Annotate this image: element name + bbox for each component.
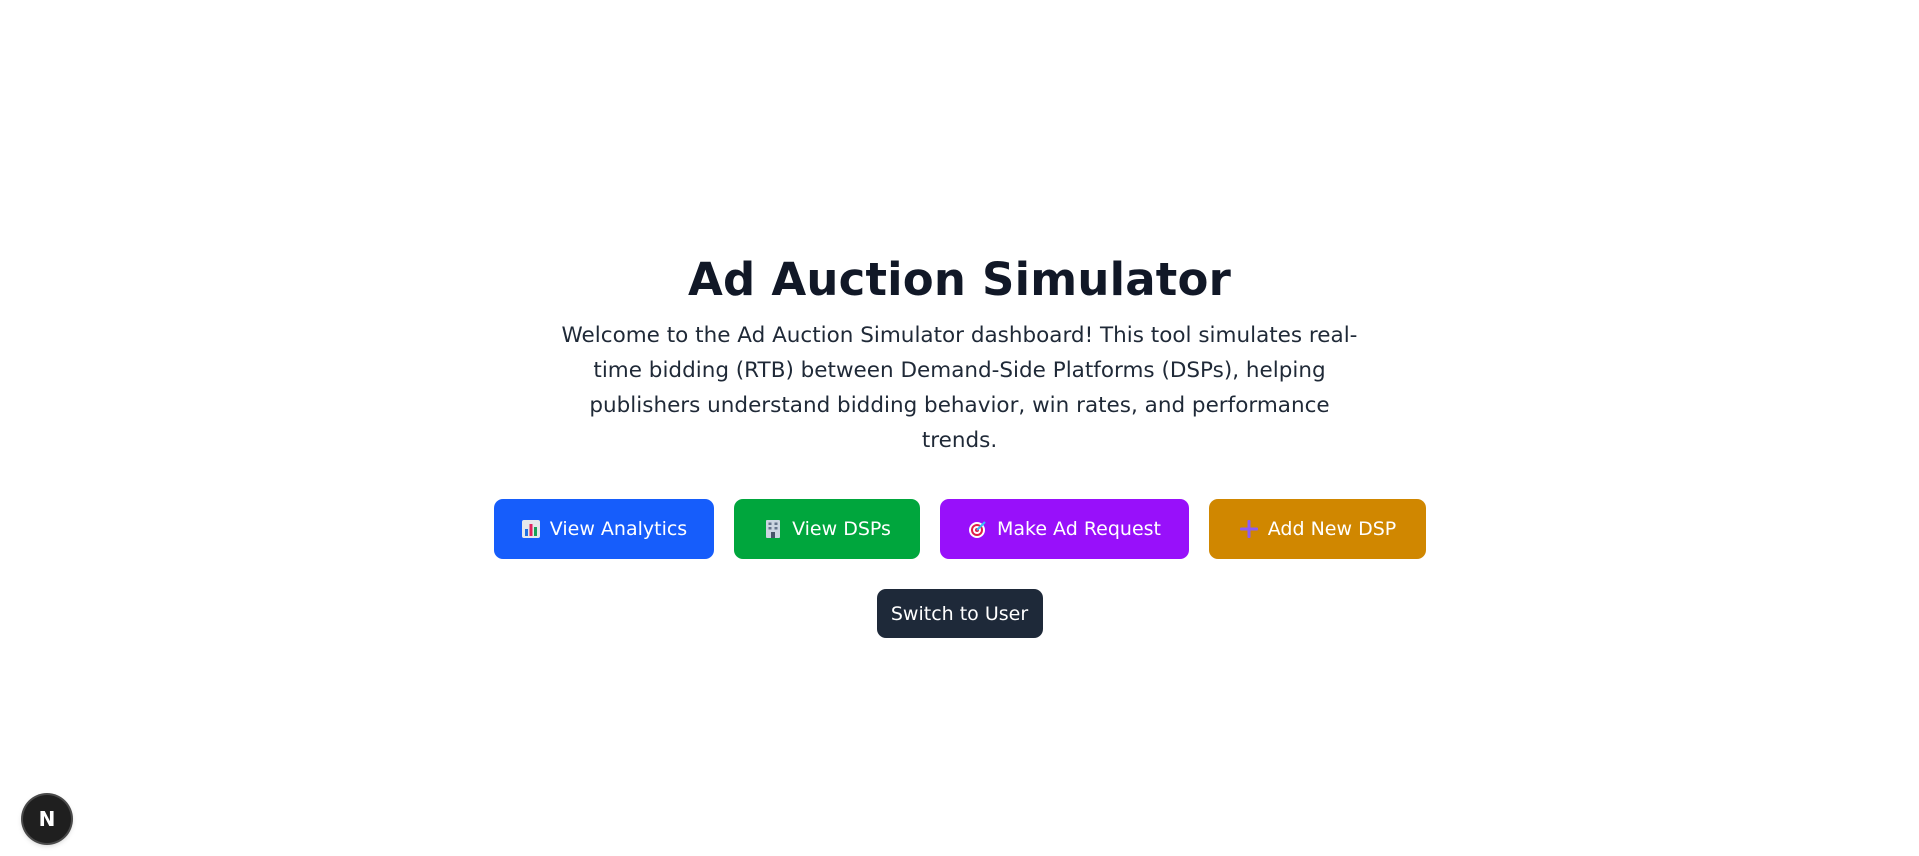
add-new-dsp-label: Add New DSP <box>1267 518 1397 540</box>
view-analytics-label: View Analytics <box>549 518 688 540</box>
page-title: Ad Auction Simulator <box>688 253 1231 306</box>
nextjs-dev-badge[interactable]: N <box>23 795 71 843</box>
intro-description: Welcome to the Ad Auction Simulator dash… <box>561 323 1358 453</box>
action-buttons: View Analytics View DSPs Make Ad Request… <box>493 499 1426 559</box>
view-dsps-label: View DSPs <box>792 518 891 540</box>
page: Ad Auction Simulator Welcome to the Ad A… <box>0 0 1919 856</box>
switch-to-user-button[interactable]: Switch to User <box>876 589 1043 638</box>
make-ad-request-label: Make Ad Request <box>996 518 1162 540</box>
make-ad-request-button[interactable]: Make Ad Request <box>939 499 1189 559</box>
office-building-icon <box>762 518 784 540</box>
bar-chart-icon <box>520 518 542 540</box>
view-dsps-button[interactable]: View DSPs <box>733 499 920 559</box>
nextjs-logo-icon: N <box>38 807 56 831</box>
target-icon <box>967 518 989 540</box>
view-analytics-button[interactable]: View Analytics <box>493 499 714 559</box>
add-new-dsp-button[interactable]: Add New DSP <box>1208 499 1426 559</box>
hero-section: Ad Auction Simulator Welcome to the Ad A… <box>0 252 1919 638</box>
plus-icon <box>1238 518 1260 540</box>
